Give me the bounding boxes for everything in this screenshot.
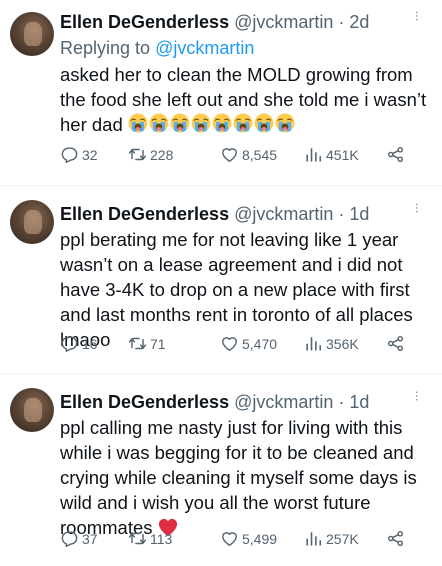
action-bar: 16 71 5,470 356K	[60, 334, 442, 353]
display-name[interactable]: Ellen DeGenderless	[60, 392, 229, 412]
tweet-header: Ellen DeGenderless @jvckmartin · 2d ···	[60, 10, 428, 34]
replying-to-prefix: Replying to	[60, 38, 151, 58]
user-handle[interactable]: @jvckmartin	[234, 392, 333, 412]
replying-to-handle[interactable]: @jvckmartin	[155, 38, 254, 58]
heart-icon	[222, 148, 237, 162]
view-count: 451K	[326, 146, 359, 163]
reply-button[interactable]: 32	[60, 145, 128, 164]
reply-count: 32	[82, 146, 98, 163]
avatar[interactable]	[10, 388, 54, 432]
like-button[interactable]: 8,545	[220, 145, 304, 164]
share-icon	[387, 335, 404, 352]
views-button[interactable]: 356K	[304, 334, 386, 353]
display-name[interactable]: Ellen DeGenderless	[60, 204, 229, 224]
reply-count: 16	[82, 335, 98, 352]
retweet-button[interactable]: 113	[128, 529, 220, 548]
avatar[interactable]	[10, 200, 54, 244]
view-count: 356K	[326, 335, 359, 352]
loudly-crying-face-icon	[254, 113, 274, 133]
tweet-text: ppl calling me nasty just for living wit…	[60, 415, 428, 540]
retweet-icon	[128, 148, 147, 161]
retweet-count: 71	[150, 335, 166, 352]
retweet-button[interactable]: 71	[128, 334, 220, 353]
like-count: 8,545	[242, 146, 278, 163]
timestamp[interactable]: 1d	[349, 204, 369, 224]
retweet-icon	[128, 337, 147, 350]
tweet-body: Ellen DeGenderless @jvckmartin · 1d ··· …	[60, 202, 428, 352]
views-button[interactable]: 451K	[304, 145, 386, 164]
retweet-icon	[128, 532, 147, 545]
separator: ·	[338, 12, 345, 32]
heart-icon	[222, 532, 237, 546]
separator: ·	[338, 392, 345, 412]
replying-to: Replying to @jvckmartin	[60, 36, 428, 60]
tweet[interactable]: Ellen DeGenderless @jvckmartin · 1d ··· …	[0, 186, 442, 374]
share-icon	[387, 530, 404, 547]
loudly-crying-face-icon	[275, 113, 295, 133]
timestamp[interactable]: 1d	[349, 392, 369, 412]
display-name[interactable]: Ellen DeGenderless	[60, 12, 229, 32]
tweet-body: Ellen DeGenderless @jvckmartin · 2d ··· …	[60, 10, 428, 139]
views-button[interactable]: 257K	[304, 529, 386, 548]
tweet-text: asked her to clean the MOLD growing from…	[60, 62, 428, 139]
loudly-crying-face-icon	[128, 113, 296, 139]
reply-icon	[61, 336, 78, 352]
reply-button[interactable]: 16	[60, 334, 128, 353]
share-button[interactable]	[386, 529, 408, 548]
more-options-icon[interactable]: ···	[408, 10, 428, 21]
tweet-header: Ellen DeGenderless @jvckmartin · 1d ···	[60, 202, 428, 226]
loudly-crying-face-icon	[233, 113, 253, 133]
loudly-crying-face-icon	[149, 113, 169, 133]
view-count: 257K	[326, 530, 359, 547]
tweet[interactable]: Ellen DeGenderless @jvckmartin · 1d ··· …	[0, 374, 442, 566]
views-icon	[306, 148, 322, 162]
reply-icon	[61, 147, 78, 163]
separator: ·	[338, 204, 345, 224]
tweet-text-content: ppl calling me nasty just for living wit…	[60, 417, 417, 538]
tweet[interactable]: Ellen DeGenderless @jvckmartin · 2d ··· …	[0, 0, 442, 186]
like-button[interactable]: 5,470	[220, 334, 304, 353]
user-handle[interactable]: @jvckmartin	[234, 204, 333, 224]
user-handle[interactable]: @jvckmartin	[234, 12, 333, 32]
like-button[interactable]: 5,499	[220, 529, 304, 548]
timestamp[interactable]: 2d	[349, 12, 369, 32]
loudly-crying-face-icon	[128, 113, 148, 133]
reply-count: 37	[82, 530, 98, 547]
loudly-crying-face-icon	[170, 113, 190, 133]
avatar[interactable]	[10, 12, 54, 56]
loudly-crying-face-icon	[191, 113, 211, 133]
like-count: 5,470	[242, 335, 278, 352]
heart-icon	[222, 337, 237, 351]
more-options-icon[interactable]: ···	[408, 390, 428, 401]
share-icon	[387, 146, 404, 163]
tweet-body: Ellen DeGenderless @jvckmartin · 1d ··· …	[60, 390, 428, 540]
tweet-header: Ellen DeGenderless @jvckmartin · 1d ···	[60, 390, 428, 414]
action-bar: 32 228 8,545 451K	[60, 145, 442, 164]
views-icon	[306, 337, 322, 351]
action-bar: 37 113 5,499 257K	[60, 529, 442, 548]
share-button[interactable]	[386, 334, 408, 353]
views-icon	[306, 532, 322, 546]
retweet-count: 228	[150, 146, 174, 163]
retweet-button[interactable]: 228	[128, 145, 220, 164]
share-button[interactable]	[386, 145, 408, 164]
like-count: 5,499	[242, 530, 278, 547]
loudly-crying-face-icon	[212, 113, 232, 133]
reply-icon	[61, 531, 78, 547]
reply-button[interactable]: 37	[60, 529, 128, 548]
more-options-icon[interactable]: ···	[408, 202, 428, 213]
retweet-count: 113	[150, 530, 173, 547]
